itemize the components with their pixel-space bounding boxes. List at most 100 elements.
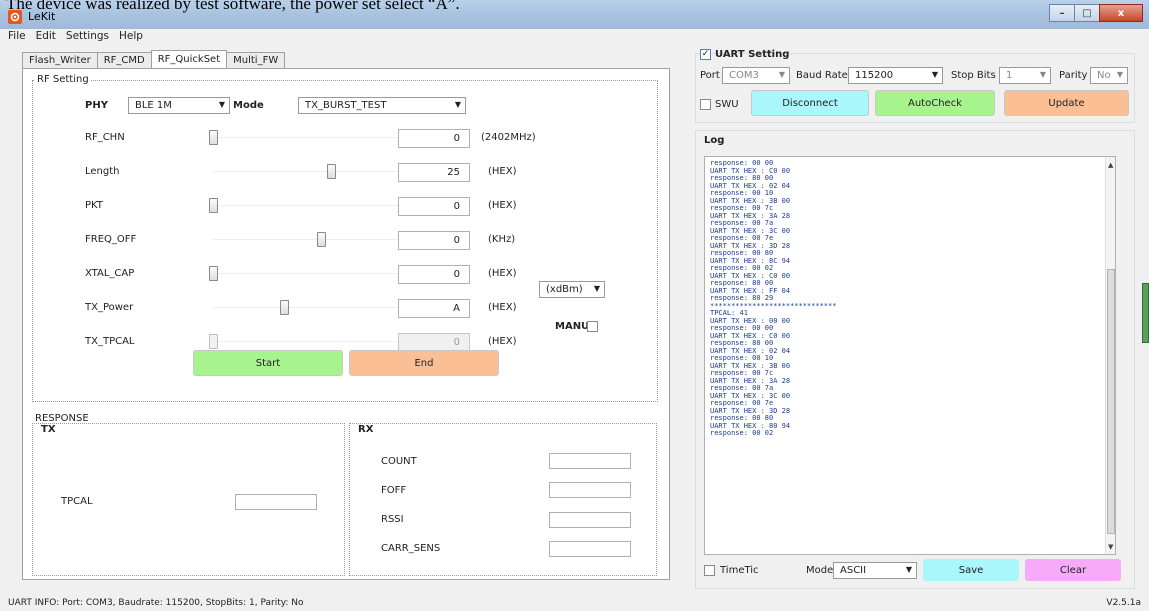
port-value: COM3 [729,70,759,81]
clear-button[interactable]: Clear [1025,559,1121,581]
power-unit-value: (xdBm) [546,284,583,295]
freq-off-unit: (KHz) [488,234,516,245]
phy-label: PHY [85,100,108,111]
tx-title: TX [41,424,56,435]
menu-help[interactable]: Help [119,30,143,42]
length-slider-thumb[interactable] [327,164,337,179]
rx-rssi-field[interactable] [549,512,631,528]
rf-chn-slider-thumb[interactable] [209,130,218,145]
tx-power-value-field[interactable]: A [398,299,470,318]
tx-power-slider-track[interactable] [213,307,428,308]
baud-rate-value: 115200 [855,70,894,81]
chevron-down-icon: ▼ [218,100,225,109]
baud-rate-select[interactable]: 115200 ▼ [848,67,943,84]
tab-multi-fw[interactable]: Multi_FW [226,52,286,68]
xtal-cap-value-field[interactable]: 0 [398,265,470,284]
xtal-cap-slider-thumb[interactable] [209,266,218,281]
pkt-value-field[interactable]: 0 [398,197,470,216]
menu-edit[interactable]: Edit [36,30,56,42]
rx-carr-sens-field[interactable] [549,541,631,557]
menu-bar: File Edit Settings Help [0,29,1149,43]
save-button[interactable]: Save [923,559,1019,581]
freq-off-value-field[interactable]: 0 [398,231,470,250]
freq-off-slider-thumb[interactable] [316,232,326,247]
rx-count-field[interactable] [549,453,631,469]
chevron-down-icon: ▼ [593,284,600,293]
timetic-label: TimeTic [720,565,759,576]
rf-chn-slider-track[interactable] [213,137,428,138]
tx-tpcal-unit: (HEX) [488,336,517,347]
manu-checkbox[interactable] [587,321,598,332]
stop-bits-value: 1 [1006,70,1013,81]
menu-file[interactable]: File [8,30,26,42]
log-mode-label: Mode [806,565,834,576]
rf-chn-label: RF_CHN [85,132,125,143]
rx-foff-label: FOFF [381,485,407,496]
window-controls: – □ x [1049,4,1143,22]
length-slider-track[interactable] [213,171,428,172]
autocheck-button[interactable]: AutoCheck [875,90,995,116]
log-mode-select[interactable]: ASCII ▼ [833,562,917,579]
rx-count-label: COUNT [381,456,417,467]
end-button[interactable]: End [349,350,499,376]
tx-tpcal-label: TX_TPCAL [85,336,135,347]
tab-rf-cmd[interactable]: RF_CMD [96,52,152,68]
baud-rate-label: Baud Rate [796,70,848,81]
uart-setting-checkbox[interactable]: ✓ [700,49,711,60]
mode-select[interactable]: TX_BURST_TEST ▼ [298,97,466,114]
log-scrollbar[interactable]: ▲ ▼ [1105,157,1115,554]
pkt-slider-thumb[interactable] [209,198,218,213]
manu-label: MANU [555,321,590,332]
tx-power-unit: (HEX) [488,302,517,313]
log-scroll-thumb[interactable] [1107,269,1115,534]
phy-select[interactable]: BLE 1M ▼ [128,97,230,114]
tab-flash-writer[interactable]: Flash_Writer [22,52,98,68]
tx-tpcal-slider-track[interactable] [213,341,428,342]
port-select[interactable]: COM3 ▼ [722,67,790,84]
client-area: Flash_Writer RF_CMD RF_QuickSet Multi_FW… [0,43,1149,611]
scroll-up-icon[interactable]: ▲ [1108,161,1113,169]
minimize-button[interactable]: – [1049,4,1075,22]
xtal-cap-slider-track[interactable] [213,273,428,274]
tx-power-slider-thumb[interactable] [279,300,289,315]
tab-rf-quickset[interactable]: RF_QuickSet [150,50,228,68]
length-label: Length [85,166,120,177]
power-unit-select[interactable]: (xdBm) ▼ [539,281,605,298]
length-unit: (HEX) [488,166,517,177]
status-bar: UART INFO: Port: COM3, Baudrate: 115200,… [0,598,1149,611]
rf-setting-title: RF Setting [35,74,91,85]
parity-label: Parity [1059,70,1088,81]
side-grip-handle[interactable] [1142,283,1149,343]
maximize-button[interactable]: □ [1074,4,1100,22]
log-lines: response: 00 00 UART TX HEX : C0 00 respon… [710,159,836,438]
timetic-checkbox[interactable] [704,565,715,576]
parity-select[interactable]: No ▼ [1090,67,1128,84]
update-button[interactable]: Update [1004,90,1129,116]
swu-label: SWU [715,99,739,110]
chevron-down-icon: ▼ [1116,70,1123,79]
chevron-down-icon: ▼ [778,70,785,79]
tx-tpcal-slider-thumb [209,334,218,349]
tab-strip: Flash_Writer RF_CMD RF_QuickSet Multi_FW [22,50,286,68]
log-title: Log [704,135,725,146]
close-button[interactable]: x [1099,4,1143,22]
rf-chn-value-field[interactable]: 0 [398,129,470,148]
rx-carr-sens-label: CARR_SENS [381,543,441,554]
pkt-label: PKT [85,200,103,211]
menu-settings[interactable]: Settings [66,30,109,42]
tpcal-field[interactable] [235,494,317,510]
port-label: Port [700,70,720,81]
rx-foff-field[interactable] [549,482,631,498]
stop-bits-select[interactable]: 1 ▼ [999,67,1051,84]
parity-value: No [1097,70,1111,81]
length-value-field[interactable]: 25 [398,163,470,182]
disconnect-button[interactable]: Disconnect [751,90,869,116]
uart-info-status: UART INFO: Port: COM3, Baudrate: 115200,… [8,598,304,608]
start-button[interactable]: Start [193,350,343,376]
swu-checkbox[interactable] [700,99,711,110]
xtal-cap-label: XTAL_CAP [85,268,135,279]
xtal-cap-unit: (HEX) [488,268,517,279]
log-output[interactable]: response: 00 00 UART TX HEX : C0 00 respon… [704,156,1116,555]
pkt-slider-track[interactable] [213,205,428,206]
scroll-down-icon[interactable]: ▼ [1108,543,1113,551]
